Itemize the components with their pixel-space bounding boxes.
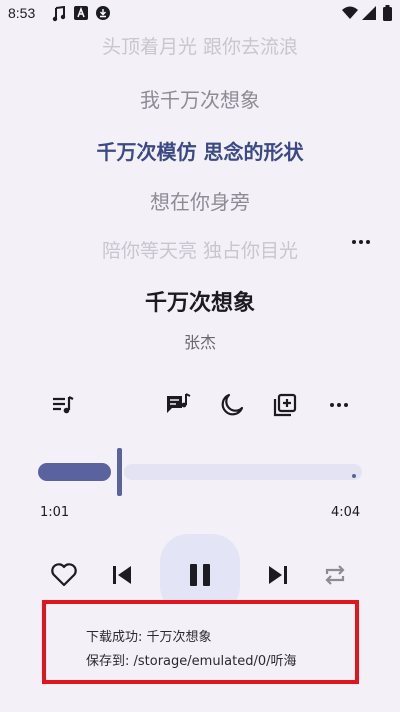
more-icon[interactable]: [350, 234, 372, 250]
song-artist[interactable]: 张杰: [0, 329, 400, 353]
pause-icon: [190, 564, 210, 586]
seek-track[interactable]: [124, 464, 362, 480]
heart-icon[interactable]: [50, 562, 78, 588]
seek-end-dot: [352, 474, 356, 478]
lyric-line[interactable]: 头顶着月光 跟你去流浪: [0, 32, 400, 59]
status-bar: 8:53: [0, 0, 400, 28]
playlist-icon[interactable]: [50, 392, 76, 418]
toast-download-success: 下载成功: 千万次想象: [86, 630, 212, 645]
lyric-line[interactable]: 陪你等天亮 独占你目光: [0, 236, 400, 263]
current-time: 1:01: [40, 505, 70, 520]
download-circle-icon: [96, 6, 110, 20]
previous-icon[interactable]: [109, 562, 135, 588]
music-note-icon: [52, 6, 66, 22]
seek-fill: [38, 463, 111, 481]
seek-thumb[interactable]: [117, 448, 122, 496]
battery-icon: [383, 5, 392, 21]
signal-icon: [362, 6, 376, 20]
add-to-playlist-icon[interactable]: [272, 392, 298, 418]
toast-save-path: 保存到: /storage/emulated/0/听海: [86, 654, 297, 669]
song-title: 千万次想象: [144, 291, 255, 316]
sleep-timer-icon[interactable]: [219, 392, 245, 418]
lyrics-icon[interactable]: [165, 392, 191, 418]
more-icon[interactable]: [326, 392, 352, 418]
download-toast: 下载成功: 千万次想象 保存到: /storage/emulated/0/听海: [42, 600, 359, 684]
lyric-line[interactable]: 我千万次想象: [0, 84, 400, 113]
seek-bar[interactable]: [38, 448, 362, 496]
status-time: 8:53: [8, 5, 36, 21]
a-badge-icon: [74, 6, 88, 20]
lyric-line-active[interactable]: 千万次模仿 思念的形状: [0, 136, 400, 165]
wifi-icon: [342, 6, 358, 19]
next-icon[interactable]: [265, 562, 291, 588]
total-time: 4:04: [331, 505, 361, 520]
lyric-line[interactable]: 想在你身旁: [0, 186, 400, 215]
repeat-icon[interactable]: [322, 562, 348, 588]
